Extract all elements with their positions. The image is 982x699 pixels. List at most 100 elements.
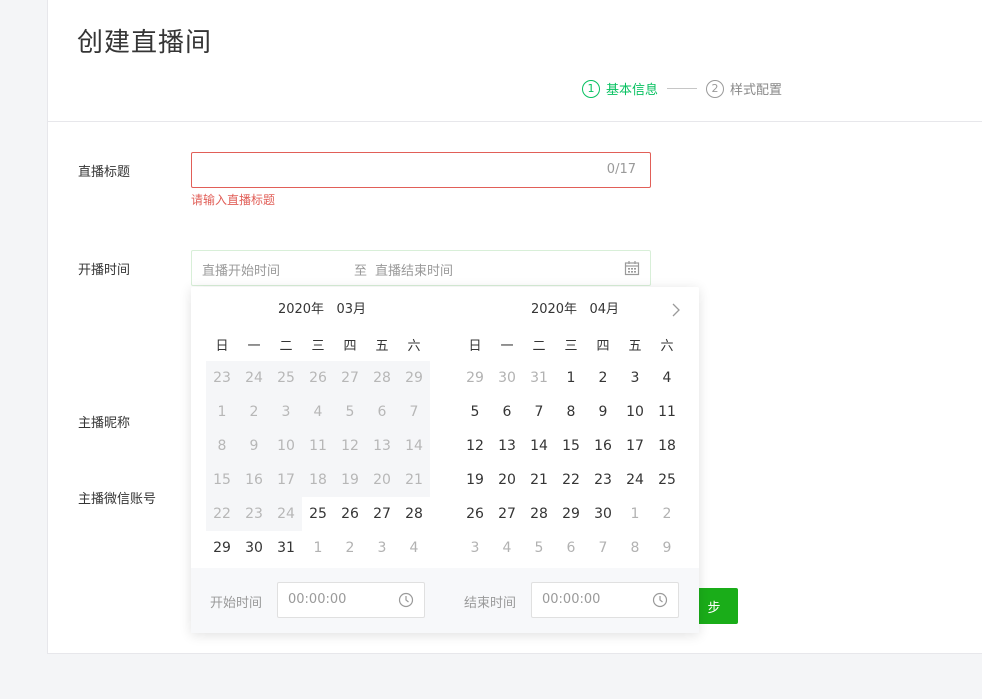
time-range-input[interactable]: 直播开始时间 至 直播结束时间 xyxy=(191,250,651,286)
chevron-right-icon[interactable] xyxy=(671,303,681,321)
date-range-picker: 2020年 03月 日一二三四五六 23 24 25 26 27 28 29 1 2 3 4 5 6 7 8 9… xyxy=(191,287,699,633)
calendar-day[interactable]: 29 xyxy=(555,497,587,531)
month-header: 2020年 03月 xyxy=(206,287,438,333)
year-label[interactable]: 2020年 xyxy=(278,302,324,317)
calendar-day[interactable]: 24 xyxy=(619,463,651,497)
calendar-day[interactable]: 3 xyxy=(366,531,398,565)
calendar-day: 14 xyxy=(398,429,430,463)
clock-icon xyxy=(652,592,668,612)
calendar-day[interactable]: 31 xyxy=(523,361,555,395)
calendar-day: 16 xyxy=(238,463,270,497)
calendar-day[interactable]: 16 xyxy=(587,429,619,463)
end-time-placeholder[interactable]: 直播结束时间 xyxy=(375,260,453,279)
range-separator: 至 xyxy=(354,264,368,279)
calendar-day[interactable]: 2 xyxy=(587,361,619,395)
calendar-day[interactable]: 19 xyxy=(459,463,491,497)
clock-icon xyxy=(398,592,414,612)
calendar-day[interactable]: 4 xyxy=(491,531,523,565)
calendar-day[interactable]: 12 xyxy=(459,429,491,463)
calendar-day: 23 xyxy=(206,361,238,395)
calendar-day[interactable]: 28 xyxy=(398,497,430,531)
calendar-day: 23 xyxy=(238,497,270,531)
calendar-day[interactable]: 5 xyxy=(523,531,555,565)
year-label[interactable]: 2020年 xyxy=(531,302,577,317)
calendar-day[interactable]: 3 xyxy=(459,531,491,565)
weekday-header: 六 xyxy=(407,339,421,354)
calendar-day[interactable]: 26 xyxy=(459,497,491,531)
calendar-day[interactable]: 25 xyxy=(302,497,334,531)
calendar-day[interactable]: 18 xyxy=(651,429,683,463)
start-time-placeholder[interactable]: 直播开始时间 xyxy=(202,260,280,279)
calendar-day: 9 xyxy=(238,429,270,463)
calendar-day[interactable]: 26 xyxy=(334,497,366,531)
calendar-day[interactable]: 14 xyxy=(523,429,555,463)
title-input[interactable]: 0/17 xyxy=(191,152,651,188)
calendar-day[interactable]: 28 xyxy=(523,497,555,531)
calendar-grid: 日一二三四五六 23 24 25 26 27 28 29 1 2 3 4 5 6 7 8 9 10 11 12 13 14… xyxy=(206,333,438,565)
calendar-day[interactable]: 31 xyxy=(270,531,302,565)
weekday-header: 三 xyxy=(311,339,325,354)
calendar-day[interactable]: 4 xyxy=(398,531,430,565)
calendar-day[interactable]: 30 xyxy=(491,361,523,395)
calendar-icon[interactable] xyxy=(624,260,640,280)
calendar-day: 12 xyxy=(334,429,366,463)
calendar-day[interactable]: 5 xyxy=(459,395,491,429)
calendar-day[interactable]: 23 xyxy=(587,463,619,497)
calendar-day[interactable]: 17 xyxy=(619,429,651,463)
calendar-day: 15 xyxy=(206,463,238,497)
title-error-message: 请输入直播标题 xyxy=(191,193,276,207)
calendar-day[interactable]: 20 xyxy=(491,463,523,497)
calendar-day[interactable]: 21 xyxy=(523,463,555,497)
calendar-day[interactable]: 1 xyxy=(302,531,334,565)
start-time-input[interactable]: 00:00:00 xyxy=(277,582,425,618)
weekday-header: 一 xyxy=(500,339,514,354)
calendar-day[interactable]: 1 xyxy=(619,497,651,531)
weekday-header: 五 xyxy=(628,339,642,354)
calendar-day: 5 xyxy=(334,395,366,429)
weekday-header: 六 xyxy=(660,339,674,354)
step-style-config: 2 样式配置 xyxy=(706,79,782,98)
calendar-day[interactable]: 7 xyxy=(523,395,555,429)
calendar-day[interactable]: 30 xyxy=(238,531,270,565)
calendar-day[interactable]: 9 xyxy=(587,395,619,429)
calendar-day: 24 xyxy=(238,361,270,395)
calendar-day[interactable]: 6 xyxy=(555,531,587,565)
weekday-header: 四 xyxy=(596,339,610,354)
calendar-day[interactable]: 6 xyxy=(491,395,523,429)
calendar-day[interactable]: 13 xyxy=(491,429,523,463)
stepper: 1 基本信息 2 样式配置 xyxy=(582,79,782,98)
start-time-label: 开始时间 xyxy=(210,596,263,611)
calendar-day[interactable]: 30 xyxy=(587,497,619,531)
month-label[interactable]: 03月 xyxy=(336,302,366,317)
calendar-day: 19 xyxy=(334,463,366,497)
month-label[interactable]: 04月 xyxy=(589,302,619,317)
calendar-day[interactable]: 3 xyxy=(619,361,651,395)
calendar-day[interactable]: 2 xyxy=(334,531,366,565)
calendar-day[interactable]: 8 xyxy=(555,395,587,429)
calendar-day: 10 xyxy=(270,429,302,463)
calendar-day[interactable]: 2 xyxy=(651,497,683,531)
calendar-day[interactable]: 22 xyxy=(555,463,587,497)
wechat-label: 主播微信账号 xyxy=(78,492,157,507)
calendar-day[interactable]: 1 xyxy=(555,361,587,395)
calendar-day[interactable]: 29 xyxy=(206,531,238,565)
calendar-day[interactable]: 27 xyxy=(491,497,523,531)
step-number: 2 xyxy=(706,79,725,98)
calendar-day[interactable]: 10 xyxy=(619,395,651,429)
calendar-day[interactable]: 9 xyxy=(651,531,683,565)
calendar-day[interactable]: 15 xyxy=(555,429,587,463)
calendar-day[interactable]: 7 xyxy=(587,531,619,565)
end-time-label: 结束时间 xyxy=(464,596,517,611)
weekday-header: 五 xyxy=(375,339,389,354)
calendar-day[interactable]: 29 xyxy=(459,361,491,395)
end-time-input[interactable]: 00:00:00 xyxy=(531,582,679,618)
calendar-day[interactable]: 4 xyxy=(651,361,683,395)
weekday-header: 二 xyxy=(532,339,546,354)
calendar-day[interactable]: 8 xyxy=(619,531,651,565)
calendar-day[interactable]: 25 xyxy=(651,463,683,497)
weekday-header: 三 xyxy=(564,339,578,354)
calendar-day[interactable]: 27 xyxy=(366,497,398,531)
month-header: 2020年 04月 xyxy=(459,287,691,333)
calendar-day[interactable]: 11 xyxy=(651,395,683,429)
calendar-day: 26 xyxy=(302,361,334,395)
